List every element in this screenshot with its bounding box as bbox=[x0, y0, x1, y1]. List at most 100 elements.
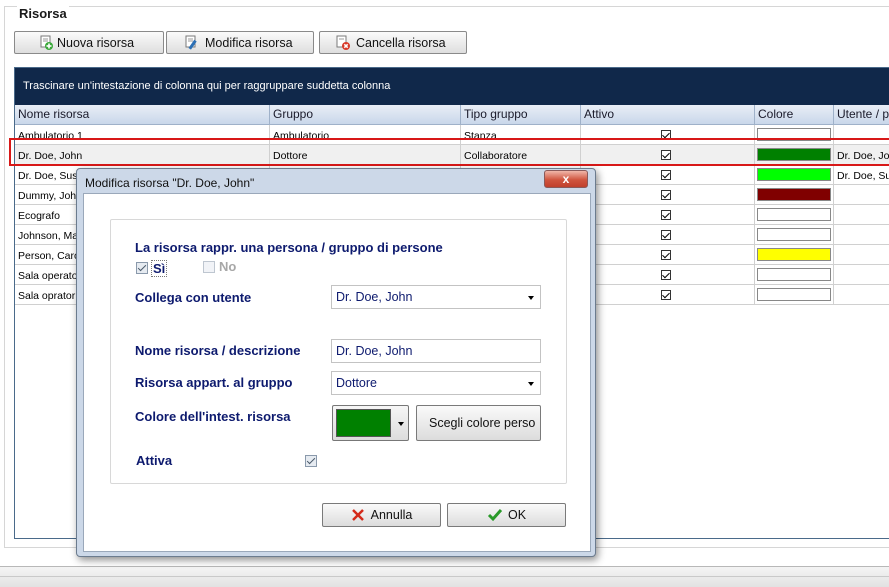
cell-type: Stanza bbox=[461, 125, 581, 145]
yes-checkbox[interactable] bbox=[136, 262, 148, 274]
selected-color-swatch bbox=[336, 409, 391, 437]
cell-group: Dottore bbox=[270, 145, 461, 165]
checkmark-icon bbox=[487, 509, 503, 522]
cell-user bbox=[834, 185, 889, 205]
table-row[interactable]: Ambulatorio 1 Ambulatorio Stanza bbox=[15, 125, 889, 145]
column-header-name[interactable]: Nome risorsa bbox=[15, 105, 270, 125]
no-checkbox[interactable] bbox=[203, 261, 215, 273]
color-swatch bbox=[757, 248, 831, 261]
cell-user bbox=[834, 225, 889, 245]
column-header-user[interactable]: Utente / p bbox=[834, 105, 889, 125]
color-swatch bbox=[757, 228, 831, 241]
active-checkbox[interactable] bbox=[305, 455, 317, 467]
cell-color bbox=[755, 225, 834, 245]
active-checkbox[interactable] bbox=[661, 190, 671, 200]
column-header-group-type[interactable]: Tipo gruppo bbox=[461, 105, 581, 125]
dialog-title: Modifica risorsa "Dr. Doe, John" bbox=[85, 176, 255, 190]
resource-group-value: Dottore bbox=[336, 376, 377, 390]
cell-active bbox=[581, 225, 755, 245]
active-checkbox[interactable] bbox=[661, 150, 671, 160]
cancel-button[interactable]: Annulla bbox=[322, 503, 441, 527]
active-checkbox[interactable] bbox=[661, 250, 671, 260]
color-swatch bbox=[757, 148, 831, 161]
cell-type: Collaboratore bbox=[461, 145, 581, 165]
cell-user bbox=[834, 285, 889, 305]
cell-color bbox=[755, 125, 834, 145]
active-checkbox[interactable] bbox=[661, 290, 671, 300]
link-user-value: Dr. Doe, John bbox=[336, 290, 413, 304]
cell-color bbox=[755, 145, 834, 165]
section-title: Risorsa bbox=[17, 6, 69, 21]
ok-button[interactable]: OK bbox=[447, 503, 566, 527]
cancel-label: Annulla bbox=[370, 508, 413, 522]
cell-color bbox=[755, 265, 834, 285]
cell-user bbox=[834, 205, 889, 225]
color-swatch bbox=[757, 268, 831, 281]
active-checkbox[interactable] bbox=[661, 230, 671, 240]
cell-user bbox=[834, 125, 889, 145]
yes-label: Sì bbox=[151, 260, 168, 277]
column-header-group[interactable]: Gruppo bbox=[270, 105, 461, 125]
table-row[interactable]: Dr. Doe, John Dottore Collaboratore Dr. Doe… bbox=[15, 145, 889, 165]
cell-user bbox=[834, 245, 889, 265]
grouping-hint: Trascinare un'intestazione di colonna qu… bbox=[23, 80, 391, 92]
link-user-select[interactable]: Dr. Doe, John bbox=[331, 285, 541, 309]
color-swatch bbox=[757, 288, 831, 301]
new-document-icon bbox=[40, 35, 53, 50]
active-checkbox[interactable] bbox=[661, 210, 671, 220]
grouping-drop-area[interactable]: Trascinare un'intestazione di colonna qu… bbox=[15, 68, 889, 105]
column-header-color[interactable]: Colore bbox=[755, 105, 834, 125]
choose-custom-color-label: Scegli colore perso bbox=[429, 416, 536, 430]
cell-color bbox=[755, 185, 834, 205]
delete-resource-button[interactable]: Cancella risorsa bbox=[319, 31, 467, 54]
color-swatch bbox=[757, 208, 831, 221]
new-resource-label: Nuova risorsa bbox=[57, 35, 135, 50]
cell-active bbox=[581, 145, 755, 165]
active-checkbox[interactable] bbox=[661, 130, 671, 140]
dialog-body: La risorsa rappr. una persona / gruppo d… bbox=[83, 193, 591, 552]
person-question-label: La risorsa rappr. una persona / gruppo d… bbox=[135, 240, 443, 255]
no-label: No bbox=[219, 259, 237, 274]
new-resource-button[interactable]: Nuova risorsa bbox=[14, 31, 164, 54]
cell-color bbox=[755, 245, 834, 265]
cell-group: Ambulatorio bbox=[270, 125, 461, 145]
resource-group-select[interactable]: Dottore bbox=[331, 371, 541, 395]
active-checkbox[interactable] bbox=[661, 170, 671, 180]
edit-resource-dialog: Modifica risorsa "Dr. Doe, John" x La ri… bbox=[76, 168, 596, 557]
chevron-down-icon bbox=[398, 422, 404, 426]
resource-name-label: Nome risorsa / descrizione bbox=[135, 343, 301, 358]
edit-document-icon bbox=[185, 35, 197, 50]
chevron-down-icon bbox=[528, 296, 534, 300]
link-user-label: Collega con utente bbox=[135, 290, 252, 305]
cell-user bbox=[834, 265, 889, 285]
cell-active bbox=[581, 205, 755, 225]
color-picker-dropdown[interactable] bbox=[332, 405, 409, 441]
edit-resource-label: Modifica risorsa bbox=[205, 35, 293, 50]
cell-color bbox=[755, 205, 834, 225]
delete-document-icon bbox=[336, 35, 350, 50]
color-swatch bbox=[757, 188, 831, 201]
close-icon: x bbox=[562, 172, 570, 186]
close-button[interactable]: x bbox=[544, 170, 588, 188]
resource-group-label: Risorsa appart. al gruppo bbox=[135, 375, 293, 390]
header-color-label: Colore dell'intest. risorsa bbox=[135, 409, 291, 424]
cell-name: Ambulatorio 1 bbox=[15, 125, 270, 145]
choose-custom-color-button[interactable]: Scegli colore perso bbox=[416, 405, 541, 441]
cell-active bbox=[581, 165, 755, 185]
active-label: Attiva bbox=[136, 453, 173, 468]
cell-color bbox=[755, 285, 834, 305]
cell-active bbox=[581, 265, 755, 285]
cell-user: Dr. Doe, Joh bbox=[834, 145, 889, 165]
delete-resource-label: Cancella risorsa bbox=[356, 35, 446, 50]
cancel-x-icon bbox=[351, 509, 364, 521]
resource-name-input[interactable]: Dr. Doe, John bbox=[331, 339, 541, 363]
edit-resource-button[interactable]: Modifica risorsa bbox=[166, 31, 314, 54]
column-header-active[interactable]: Attivo bbox=[581, 105, 755, 125]
resource-name-value: Dr. Doe, John bbox=[336, 344, 413, 358]
active-checkbox[interactable] bbox=[661, 270, 671, 280]
cell-active bbox=[581, 125, 755, 145]
chevron-down-icon bbox=[528, 382, 534, 386]
cell-active bbox=[581, 185, 755, 205]
ok-label: OK bbox=[507, 508, 527, 522]
cell-active bbox=[581, 285, 755, 305]
